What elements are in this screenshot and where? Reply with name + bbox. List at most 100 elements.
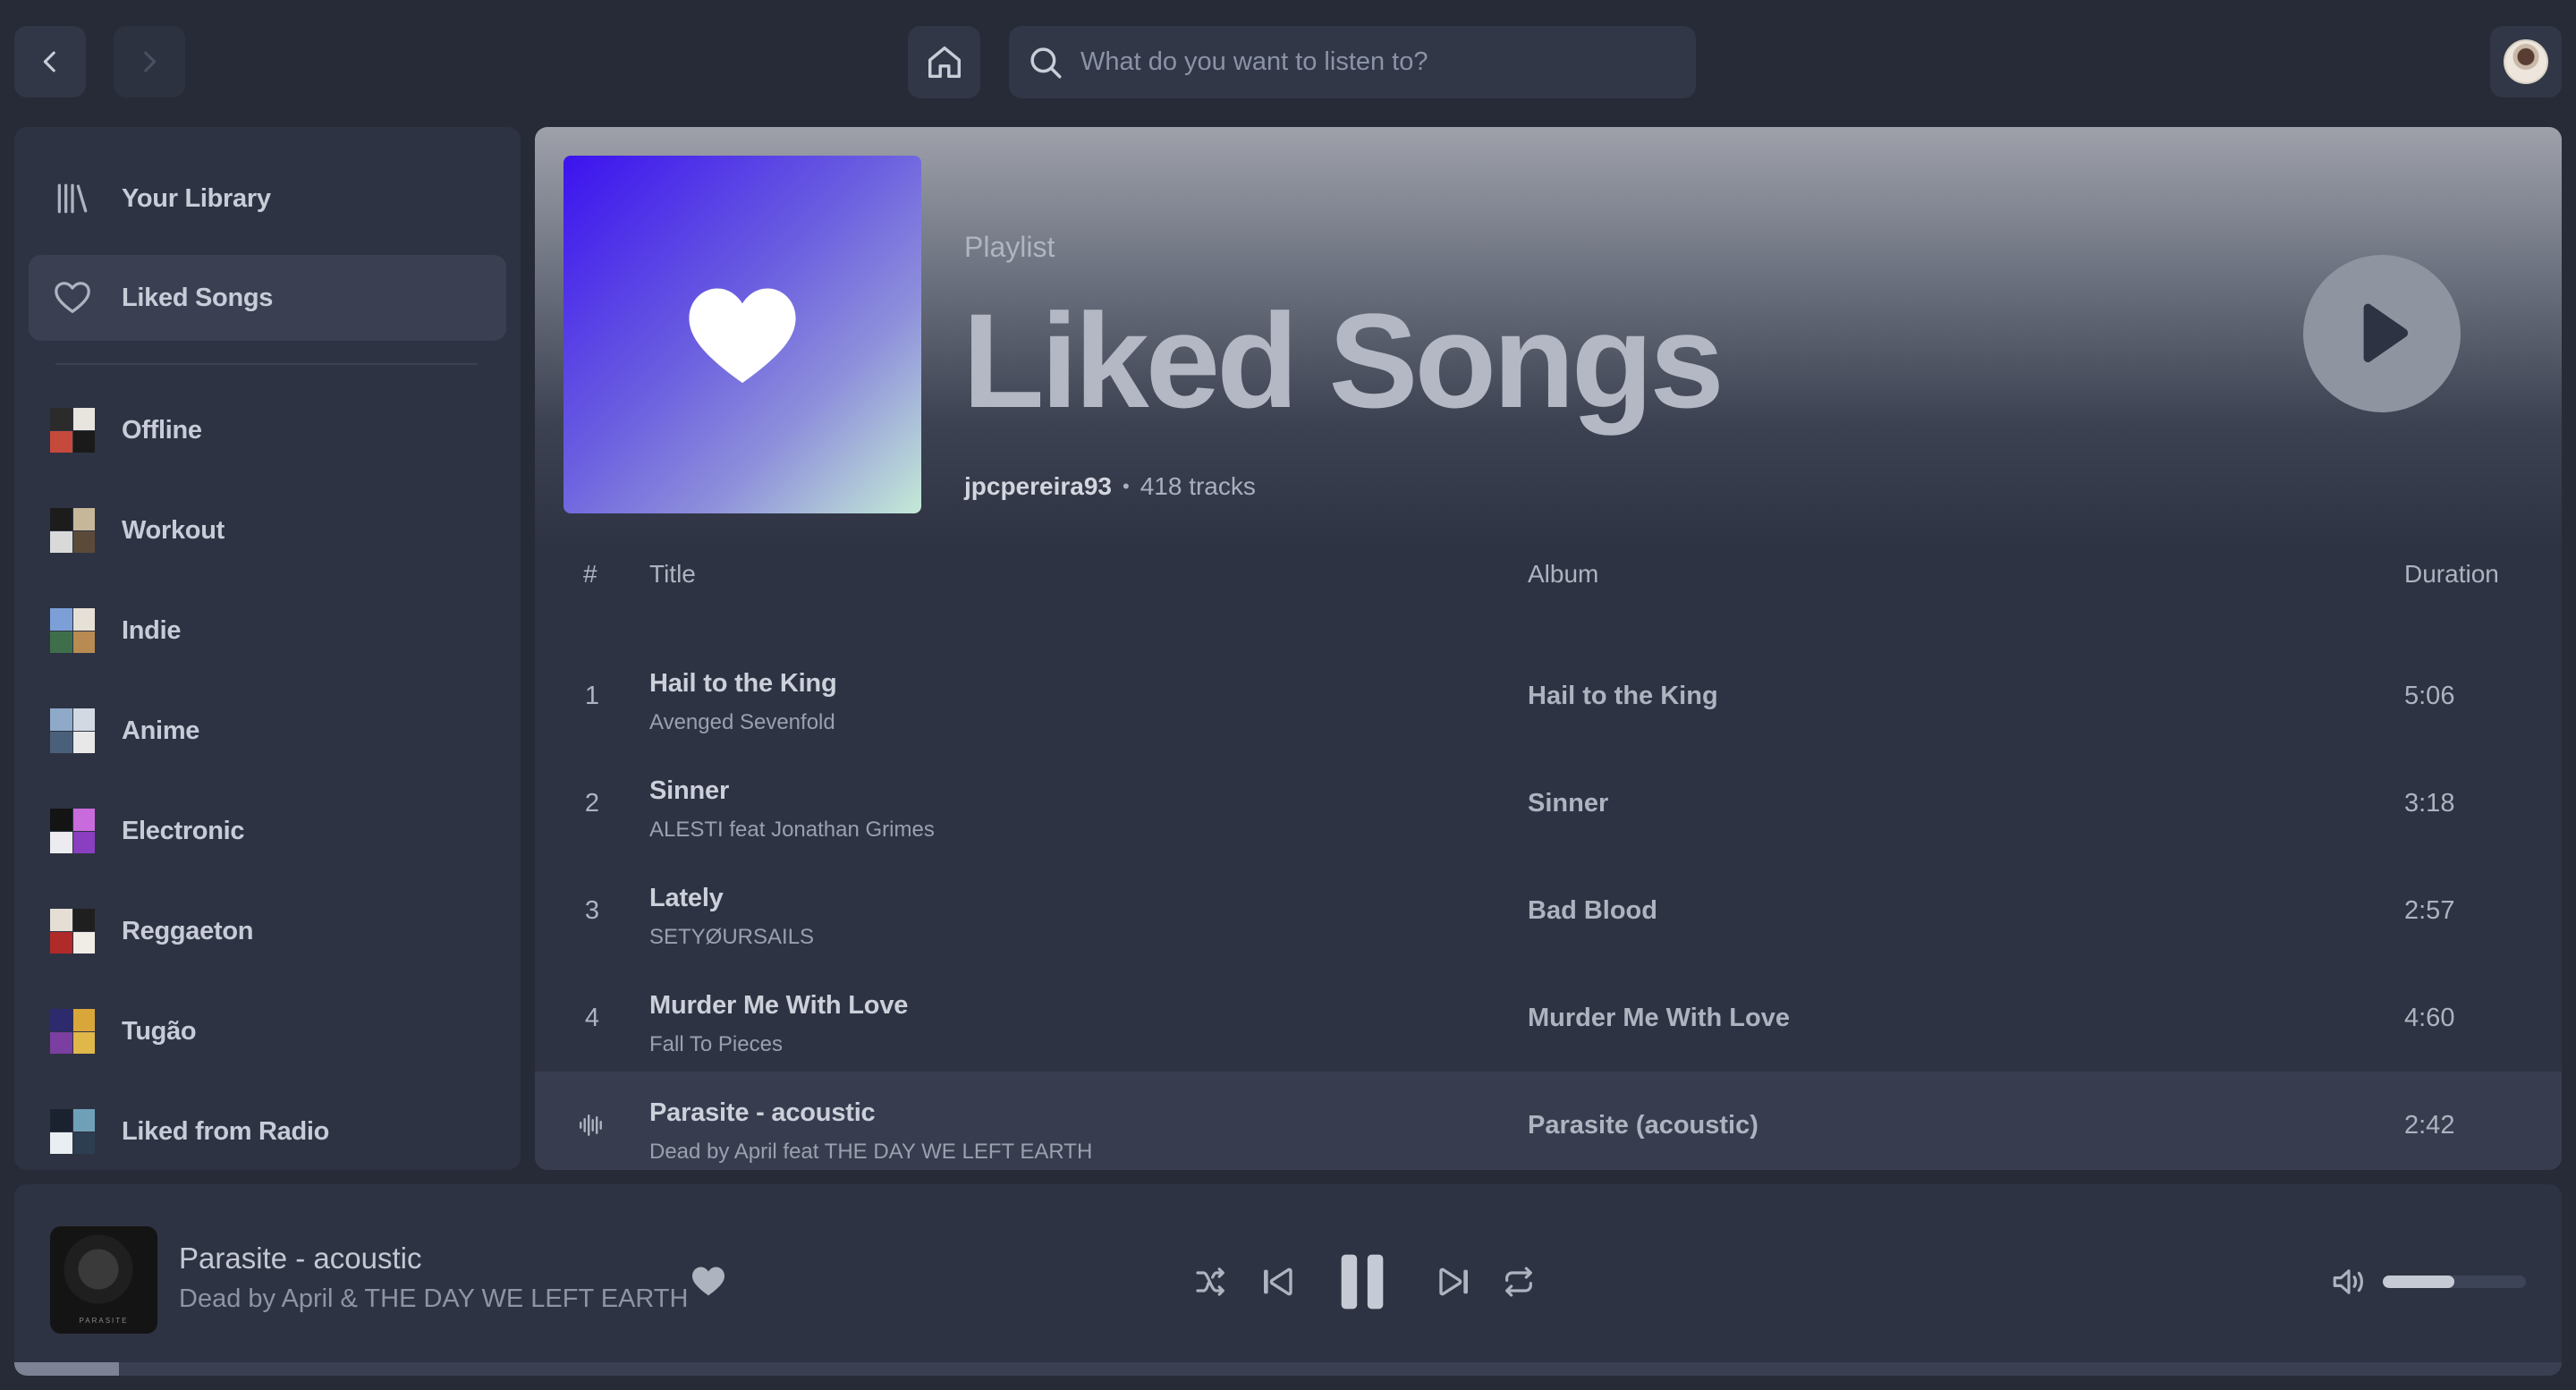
meta-separator: • bbox=[1123, 475, 1130, 497]
sidebar: Your Library Liked Songs Offline Workout… bbox=[14, 127, 521, 1170]
playlist-label: Offline bbox=[122, 415, 202, 445]
home-icon bbox=[928, 46, 961, 78]
sidebar-item-your-library[interactable]: Your Library bbox=[29, 156, 506, 242]
sidebar-playlist-reggaeton[interactable]: Reggaeton bbox=[29, 888, 506, 974]
play-icon bbox=[2363, 303, 2409, 362]
shuffle-icon bbox=[1196, 1267, 1224, 1296]
sidebar-playlist-offline[interactable]: Offline bbox=[29, 387, 506, 473]
page-title: Liked Songs bbox=[962, 285, 1724, 436]
table-row[interactable]: 1 Hail to the King Avenged Sevenfold Hai… bbox=[535, 642, 2562, 750]
track-title: Hail to the King bbox=[649, 669, 837, 698]
volume-slider[interactable] bbox=[2383, 1276, 2526, 1288]
playlist-label: Electronic bbox=[122, 816, 245, 845]
track-title: Parasite - acoustic bbox=[649, 1098, 876, 1127]
top-bar bbox=[0, 0, 2576, 127]
library-icon bbox=[50, 176, 95, 221]
track-artist[interactable]: Dead by April feat THE DAY WE LEFT EARTH bbox=[649, 1140, 1092, 1165]
like-button[interactable] bbox=[691, 1263, 726, 1299]
track-count: 418 tracks bbox=[1140, 472, 1256, 500]
repeat-icon bbox=[1505, 1267, 1532, 1297]
heart-icon bbox=[689, 288, 796, 384]
track-album[interactable]: Bad Blood bbox=[1528, 857, 1657, 964]
playlist-label: Anime bbox=[122, 716, 200, 745]
search-icon bbox=[1030, 47, 1062, 78]
sidebar-playlist-electronic[interactable]: Electronic bbox=[29, 788, 506, 874]
column-header-number: # bbox=[583, 560, 597, 588]
playlist-meta: jpcpereira93 • 418 tracks bbox=[964, 472, 1256, 501]
playlist-cover-art bbox=[564, 156, 921, 513]
forward-button[interactable] bbox=[114, 26, 185, 97]
play-playlist-button[interactable] bbox=[2303, 255, 2461, 412]
track-artist[interactable]: Fall To Pieces bbox=[649, 1032, 783, 1057]
playlist-cover bbox=[50, 408, 95, 453]
track-album[interactable]: Sinner bbox=[1528, 750, 1608, 857]
previous-icon bbox=[1264, 1267, 1292, 1296]
cover-caption: PARASITE bbox=[79, 1317, 129, 1325]
playlist-cover bbox=[50, 809, 95, 853]
playlist-cover bbox=[50, 608, 95, 653]
avatar bbox=[2504, 39, 2548, 84]
sidebar-playlist-indie[interactable]: Indie bbox=[29, 588, 506, 674]
track-title: Murder Me With Love bbox=[649, 991, 909, 1020]
table-row-now-playing[interactable]: Parasite - acoustic Dead by April feat T… bbox=[535, 1072, 2562, 1170]
repeat-button[interactable] bbox=[1499, 1262, 1538, 1301]
now-playing-cover: PARASITE bbox=[50, 1226, 157, 1334]
sidebar-playlist-workout[interactable]: Workout bbox=[29, 487, 506, 573]
playlist-cover bbox=[50, 508, 95, 553]
chevron-left-icon bbox=[43, 51, 55, 72]
now-playing-title[interactable]: Parasite - acoustic bbox=[179, 1242, 421, 1276]
next-icon bbox=[1439, 1267, 1468, 1296]
chevron-right-icon bbox=[144, 51, 157, 72]
pause-icon bbox=[1341, 1254, 1384, 1309]
search-input[interactable] bbox=[1080, 47, 1653, 77]
sidebar-item-label: Your Library bbox=[122, 183, 271, 213]
playback-progress-bar[interactable] bbox=[14, 1362, 2562, 1376]
previous-button[interactable] bbox=[1258, 1262, 1297, 1301]
playlist-cover bbox=[50, 1109, 95, 1154]
shuffle-button[interactable] bbox=[1191, 1262, 1231, 1301]
back-button[interactable] bbox=[14, 26, 86, 97]
heart-icon bbox=[692, 1267, 724, 1296]
playlist-owner[interactable]: jpcpereira93 bbox=[964, 472, 1112, 501]
playlist-type-label: Playlist bbox=[964, 231, 1055, 263]
playlist-label: Tugão bbox=[122, 1016, 197, 1046]
playlist-label: Indie bbox=[122, 615, 182, 645]
playlist-label: Liked from Radio bbox=[122, 1116, 330, 1146]
table-row[interactable]: 2 Sinner ALESTI feat Jonathan Grimes Sin… bbox=[535, 750, 2562, 857]
column-header-album[interactable]: Album bbox=[1528, 560, 1598, 589]
table-row[interactable]: 4 Murder Me With Love Fall To Pieces Mur… bbox=[535, 964, 2562, 1072]
pause-button[interactable] bbox=[1327, 1247, 1397, 1317]
track-number: 4 bbox=[584, 1003, 600, 1032]
home-button[interactable] bbox=[908, 26, 980, 98]
track-duration: 4:60 bbox=[2404, 1003, 2455, 1032]
track-album[interactable]: Parasite (acoustic) bbox=[1528, 1072, 1758, 1170]
search-bar[interactable] bbox=[1009, 26, 1696, 98]
sidebar-divider bbox=[55, 363, 478, 365]
sidebar-playlist-liked-from-radio[interactable]: Liked from Radio bbox=[29, 1089, 506, 1170]
track-duration: 2:42 bbox=[2404, 1110, 2455, 1140]
track-duration: 2:57 bbox=[2404, 895, 2455, 925]
track-artist[interactable]: Avenged Sevenfold bbox=[649, 710, 835, 735]
next-button[interactable] bbox=[1435, 1262, 1474, 1301]
column-header-title[interactable]: Title bbox=[649, 560, 696, 589]
equalizer-icon bbox=[580, 1115, 602, 1136]
volume-button[interactable] bbox=[2329, 1262, 2368, 1301]
sidebar-item-liked-songs[interactable]: Liked Songs bbox=[29, 255, 506, 341]
track-album[interactable]: Murder Me With Love bbox=[1528, 964, 1790, 1072]
track-album[interactable]: Hail to the King bbox=[1528, 642, 1718, 750]
playlist-cover bbox=[50, 909, 95, 954]
now-playing-indicator bbox=[535, 1072, 649, 1170]
column-header-duration[interactable]: Duration bbox=[2404, 560, 2499, 589]
track-artist[interactable]: ALESTI feat Jonathan Grimes bbox=[649, 818, 935, 843]
sidebar-playlist-anime[interactable]: Anime bbox=[29, 688, 506, 774]
now-playing-artist[interactable]: Dead by April & THE DAY WE LEFT EARTH bbox=[179, 1284, 688, 1314]
volume-icon bbox=[2333, 1269, 2363, 1294]
table-row[interactable]: 3 Lately SETYØURSAILS Bad Blood 2:57 bbox=[535, 857, 2562, 964]
playback-progress bbox=[14, 1362, 119, 1376]
sidebar-playlist-tugao[interactable]: Tugão bbox=[29, 988, 506, 1074]
playlist-label: Reggaeton bbox=[122, 916, 254, 945]
profile-button[interactable] bbox=[2490, 26, 2562, 97]
sidebar-item-label: Liked Songs bbox=[122, 283, 274, 312]
track-number: 1 bbox=[584, 681, 600, 710]
track-artist[interactable]: SETYØURSAILS bbox=[649, 925, 814, 950]
